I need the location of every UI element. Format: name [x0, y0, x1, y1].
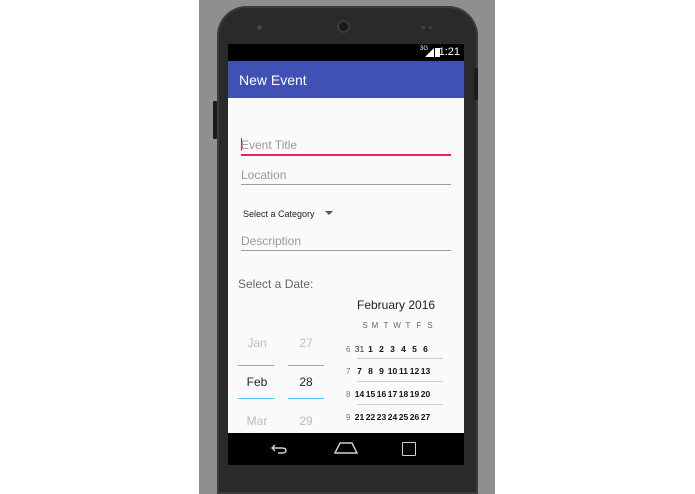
calendar-day[interactable]: 1 [365, 344, 376, 354]
calendar-day[interactable]: 25 [398, 412, 409, 422]
calendar-day[interactable]: 18 [398, 389, 409, 399]
weekday-header: S [427, 321, 433, 330]
calendar-row-divider [357, 381, 443, 382]
calendar-day[interactable]: 8 [365, 366, 376, 376]
navigation-bar [228, 433, 464, 465]
event-form: Event Title Location Select a Category D… [228, 98, 464, 433]
volume-button [213, 101, 217, 139]
calendar-day[interactable]: 6 [420, 344, 431, 354]
calendar-day[interactable]: 27 [420, 412, 431, 422]
front-camera [339, 22, 348, 31]
calendar-day[interactable]: 11 [398, 366, 409, 376]
sensor-dot [257, 25, 262, 30]
calendar-day[interactable]: 9 [376, 366, 387, 376]
recent-apps-icon[interactable] [402, 442, 416, 456]
calendar-day[interactable]: 12 [409, 366, 420, 376]
status-time: 1:21 [438, 46, 460, 58]
picker-divider [238, 365, 274, 366]
calendar-day[interactable]: 3 [387, 344, 398, 354]
calendar-day[interactable]: 26 [409, 412, 420, 422]
calendar-day[interactable]: 4 [398, 344, 409, 354]
calendar-day[interactable]: 10 [387, 366, 398, 376]
week-number: 8 [346, 390, 351, 399]
event-title-field[interactable]: Event Title [241, 137, 451, 156]
calendar-day[interactable]: 19 [409, 389, 420, 399]
category-dropdown[interactable]: Select a Category [243, 206, 353, 222]
weekday-header: F [416, 321, 422, 330]
calendar-month-title: February 2016 [357, 298, 436, 312]
sensor-dot [422, 26, 425, 29]
calendar-day[interactable]: 31 [354, 344, 365, 354]
weekday-header: T [383, 321, 389, 330]
app-bar: New Event [228, 61, 464, 98]
page-title: New Event [239, 72, 307, 88]
day-prev[interactable]: 27 [287, 336, 325, 350]
back-icon[interactable] [271, 444, 287, 454]
weekday-header: S [362, 321, 368, 330]
calendar-day[interactable]: 14 [354, 389, 365, 399]
day-next[interactable]: 29 [287, 414, 325, 428]
weekday-header: M [371, 321, 379, 330]
month-next[interactable]: Mar [238, 414, 276, 428]
status-bar: 3G 1:21 [228, 44, 464, 61]
calendar-day[interactable]: 7 [354, 366, 365, 376]
location-placeholder: Location [241, 168, 287, 182]
description-field[interactable]: Description [241, 233, 451, 251]
calendar-day[interactable]: 20 [420, 389, 431, 399]
calendar-row-divider [357, 404, 443, 405]
month-prev[interactable]: Jan [238, 336, 276, 350]
picker-divider [288, 365, 324, 366]
calendar-day[interactable]: 5 [409, 344, 420, 354]
location-field[interactable]: Location [241, 167, 451, 185]
calendar-day[interactable]: 24 [387, 412, 398, 422]
week-number: 7 [346, 367, 351, 376]
week-number: 9 [346, 413, 351, 422]
date-label: Select a Date: [238, 277, 314, 291]
sensor-dot [429, 26, 432, 29]
day-selected[interactable]: 28 [287, 375, 325, 389]
calendar-day[interactable]: 21 [354, 412, 365, 422]
weekday-header: T [405, 321, 411, 330]
dropdown-arrow-icon [325, 211, 333, 215]
weekday-header: W [393, 321, 401, 330]
event-title-placeholder: Event Title [241, 138, 298, 152]
calendar-day[interactable]: 23 [376, 412, 387, 422]
picker-divider [288, 398, 324, 399]
phone-screen: 3G 1:21 New Event Event Title Location S… [228, 44, 464, 465]
calendar-day[interactable]: 2 [376, 344, 387, 354]
calendar-day[interactable]: 15 [365, 389, 376, 399]
calendar-day[interactable]: 16 [376, 389, 387, 399]
calendar-day[interactable]: 17 [387, 389, 398, 399]
category-selected: Select a Category [243, 209, 315, 219]
calendar-row-divider [357, 358, 443, 359]
week-number: 6 [346, 345, 351, 354]
month-selected[interactable]: Feb [238, 375, 276, 389]
description-placeholder: Description [241, 234, 302, 248]
picker-divider [238, 398, 274, 399]
home-icon[interactable] [334, 442, 358, 454]
signal-icon [425, 48, 434, 57]
calendar-day[interactable]: 22 [365, 412, 376, 422]
power-button [474, 68, 478, 100]
calendar-day[interactable]: 13 [420, 366, 431, 376]
